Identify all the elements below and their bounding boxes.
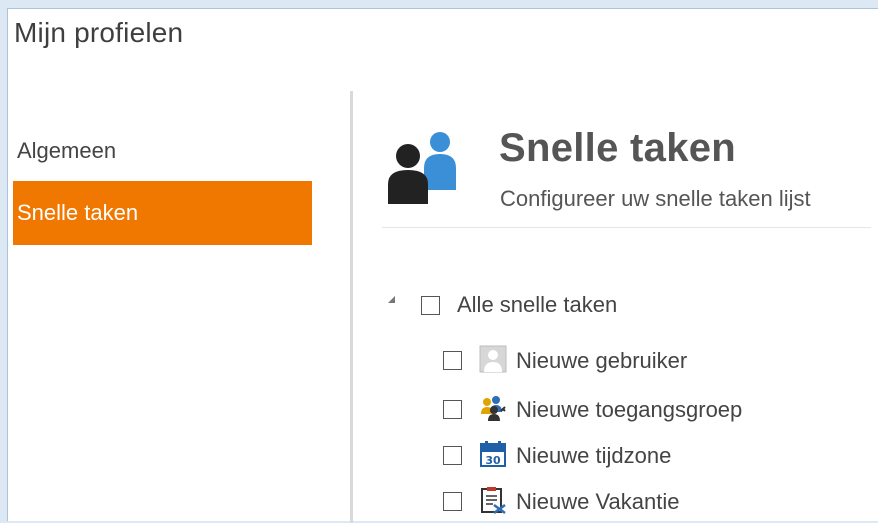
tree-item-label: Nieuwe tijdzone xyxy=(516,443,672,468)
expand-triangle-icon[interactable] xyxy=(388,296,395,303)
calendar-icon: 30 xyxy=(479,440,507,468)
svg-text:30: 30 xyxy=(485,454,501,467)
item-checkbox[interactable] xyxy=(443,400,462,419)
sidebar-item-snelle-taken[interactable]: Snelle taken xyxy=(13,181,312,245)
tree-item-label: Nieuwe gebruiker xyxy=(516,348,688,373)
select-all-checkbox[interactable] xyxy=(421,296,440,315)
sidebar-item-label: Algemeen xyxy=(17,138,117,163)
user-icon xyxy=(479,345,507,373)
tree-item-label: Nieuwe toegangsgroep xyxy=(516,397,743,422)
tree-item-nieuwe-toegangsgroep[interactable]: Nieuwe toegangsgroep xyxy=(440,394,860,426)
section-subtitle: Configureer uw snelle taken lijst xyxy=(500,186,811,211)
vertical-divider xyxy=(350,91,353,523)
section-title: Snelle taken xyxy=(499,126,737,170)
users-group-icon xyxy=(382,122,462,206)
tree-root-label: Alle snelle taken xyxy=(457,292,618,317)
item-checkbox[interactable] xyxy=(443,351,462,370)
sidebar-item-algemeen[interactable]: Algemeen xyxy=(13,119,312,183)
item-checkbox[interactable] xyxy=(443,492,462,511)
horizontal-divider xyxy=(382,227,871,228)
access-group-icon xyxy=(479,394,507,422)
tree-item-nieuwe-tijdzone[interactable]: 30 Nieuwe tijdzone xyxy=(440,440,860,472)
tree-item-nieuwe-vakantie[interactable]: Nieuwe Vakantie xyxy=(440,486,860,518)
tree-item-nieuwe-gebruiker[interactable]: Nieuwe gebruiker xyxy=(440,345,860,377)
item-checkbox[interactable] xyxy=(443,446,462,465)
window-title: Mijn profielen xyxy=(14,17,184,48)
tree-item-label: Nieuwe Vakantie xyxy=(516,489,680,514)
holiday-clipboard-icon xyxy=(479,486,507,515)
sidebar-item-label: Snelle taken xyxy=(17,200,139,225)
